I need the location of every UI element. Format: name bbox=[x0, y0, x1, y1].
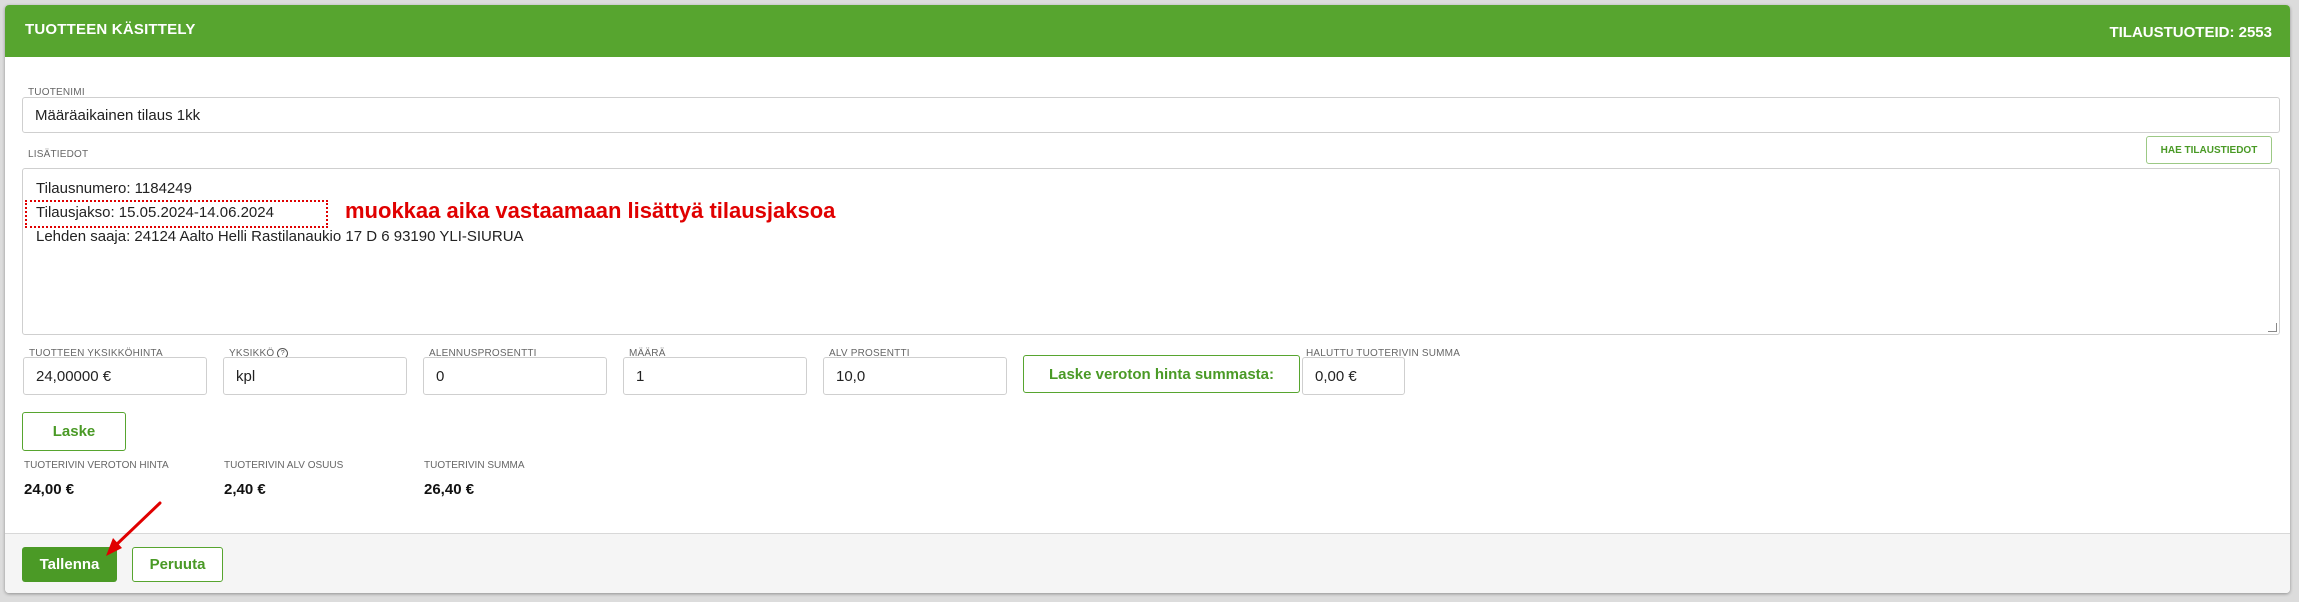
desired-sum-value: 0,00 € bbox=[1315, 367, 1357, 385]
calc-net-from-sum-button[interactable]: Laske veroton hinta summasta: bbox=[1023, 355, 1300, 393]
discount-input[interactable]: 0 bbox=[423, 357, 607, 395]
unit-price-value: 24,00000 € bbox=[36, 367, 112, 385]
save-label: Tallenna bbox=[39, 556, 100, 573]
quantity-input[interactable]: 1 bbox=[623, 357, 807, 395]
product-name-value: Määräaikainen tilaus 1kk bbox=[35, 106, 201, 124]
net-price-value: 24,00 € bbox=[24, 481, 75, 498]
unit-input[interactable]: kpl bbox=[223, 357, 407, 395]
discount-value: 0 bbox=[436, 367, 445, 385]
calculate-label: Laske bbox=[52, 423, 96, 440]
product-name-input[interactable]: Määräaikainen tilaus 1kk bbox=[22, 97, 2280, 133]
fetch-order-info-label: HAE TILAUSTIEDOT bbox=[2160, 144, 2258, 156]
annotation-text: muokkaa aika vastaamaan lisättyä tilausj… bbox=[345, 198, 836, 223]
vat-value: 10,0 bbox=[836, 367, 866, 385]
unit-price-input[interactable]: 24,00000 € bbox=[23, 357, 207, 395]
cancel-label: Peruuta bbox=[149, 556, 206, 573]
order-product-id: TILAUSTUOTEID: 2553 bbox=[2109, 24, 2272, 41]
highlight-box bbox=[25, 200, 328, 228]
order-number-line: Tilausnumero: 1184249 bbox=[36, 180, 192, 197]
extra-info-textarea[interactable]: Tilausnumero: 1184249 Tilausjakso: 15.05… bbox=[22, 168, 2280, 335]
panel-title: TUOTTEEN KÄSITTELY bbox=[25, 21, 196, 38]
vat-input[interactable]: 10,0 bbox=[823, 357, 1007, 395]
recipient-line: Lehden saaja: 24124 Aalto Helli Rastilan… bbox=[36, 228, 524, 245]
unit-value: kpl bbox=[236, 367, 256, 385]
textarea-resize-handle[interactable] bbox=[2268, 323, 2277, 332]
calculate-button[interactable]: Laske bbox=[22, 412, 126, 451]
total-value: 26,40 € bbox=[424, 481, 475, 498]
save-button[interactable]: Tallenna bbox=[22, 547, 117, 582]
fetch-order-info-button[interactable]: HAE TILAUSTIEDOT bbox=[2146, 136, 2272, 164]
quantity-value: 1 bbox=[636, 367, 645, 385]
total-label: TUOTERIVIN SUMMA bbox=[424, 460, 525, 471]
desired-sum-input[interactable]: 0,00 € bbox=[1302, 357, 1405, 395]
vat-share-label: TUOTERIVIN ALV OSUUS bbox=[224, 460, 344, 471]
cancel-button[interactable]: Peruuta bbox=[132, 547, 223, 582]
calc-net-from-sum-label: Laske veroton hinta summasta: bbox=[1048, 365, 1275, 383]
product-edit-panel: TUOTTEEN KÄSITTELY TILAUSTUOTEID: 2553 T… bbox=[5, 5, 2290, 593]
net-price-label: TUOTERIVIN VEROTON HINTA bbox=[24, 460, 169, 471]
extra-info-label: LISÄTIEDOT bbox=[28, 149, 89, 160]
panel-footer: Tallenna Peruuta bbox=[5, 533, 2290, 593]
vat-share-value: 2,40 € bbox=[224, 481, 266, 498]
panel-header: TUOTTEEN KÄSITTELY TILAUSTUOTEID: 2553 bbox=[5, 5, 2290, 57]
